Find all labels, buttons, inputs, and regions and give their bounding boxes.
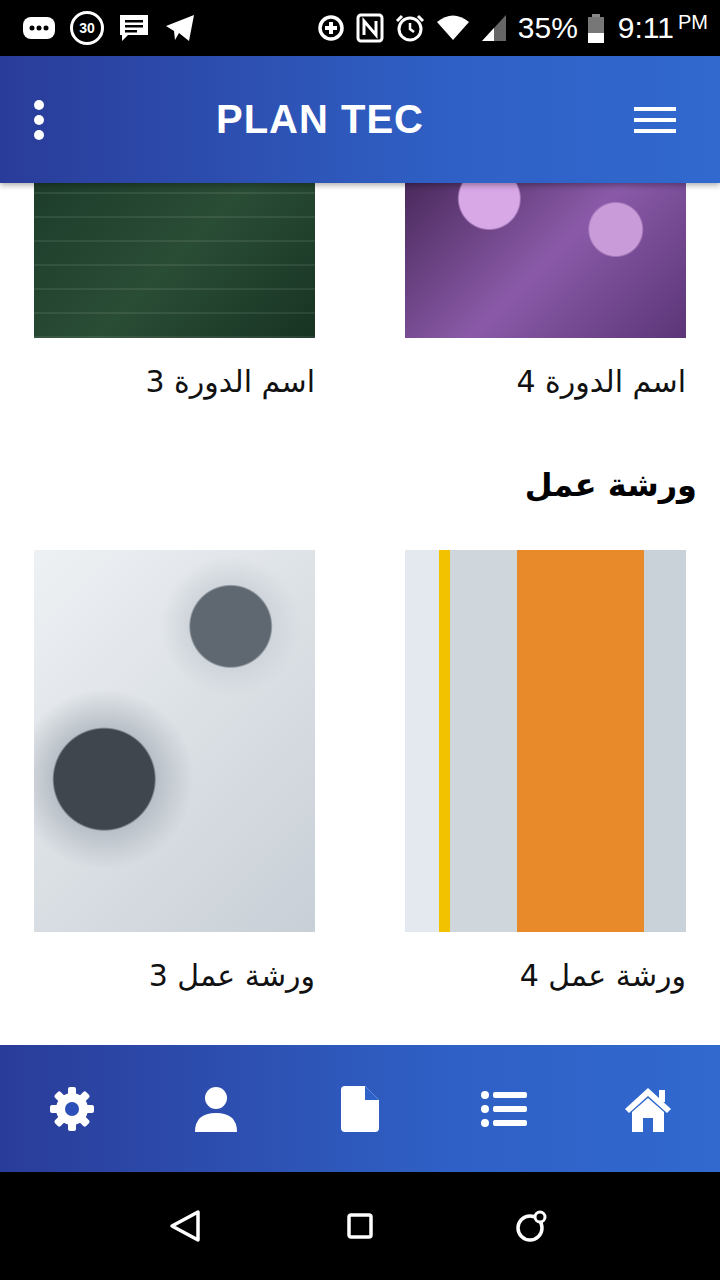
signal-icon	[480, 13, 508, 43]
app-title: PLAN TEC	[216, 97, 464, 142]
card-image	[34, 183, 315, 338]
more-button[interactable]	[28, 94, 50, 146]
list-tab[interactable]	[432, 1045, 576, 1172]
user-icon	[194, 1086, 238, 1132]
menu-button[interactable]	[630, 101, 680, 139]
settings-tab[interactable]	[0, 1045, 144, 1172]
documents-tab[interactable]	[288, 1045, 432, 1172]
card[interactable]: اسم الدورة 3	[34, 183, 315, 404]
home-button[interactable]	[506, 1208, 558, 1244]
back-icon	[168, 1208, 208, 1244]
message-icon	[22, 13, 56, 43]
section: اسم الدورة 4 اسم الدورة 3	[34, 183, 686, 404]
card-label: اسم الدورة 3	[34, 360, 315, 404]
notification-badge: 30	[70, 11, 104, 45]
card-label: اسم الدورة 4	[405, 360, 686, 404]
data-saver-icon	[316, 13, 346, 43]
card-label: ورشة عمل 4	[405, 954, 686, 998]
gear-icon	[48, 1085, 96, 1133]
card-label: ورشة عمل 3	[34, 954, 315, 998]
kebab-icon	[32, 98, 46, 142]
system-nav-bar	[0, 1172, 720, 1280]
app-bar: PLAN TEC	[0, 56, 720, 183]
battery-icon	[588, 14, 604, 43]
screen: 30 35% 9:11 PM PLAN TEC اسم الدورة 4 اسم…	[0, 0, 720, 1280]
status-bar: 30 35% 9:11 PM	[0, 0, 720, 56]
telegram-icon	[164, 13, 196, 43]
alarm-icon	[394, 13, 426, 43]
section-title: ورشة عمل	[34, 463, 697, 507]
section: ورشة عمل ورشة عمل 4 ورشة عمل 3	[34, 463, 686, 998]
back-button[interactable]	[162, 1207, 214, 1245]
card-image	[405, 550, 686, 932]
hamburger-icon	[634, 105, 676, 135]
card[interactable]: ورشة عمل 3	[34, 550, 315, 998]
square-icon	[347, 1213, 373, 1239]
card-image	[34, 550, 315, 932]
home-tab[interactable]	[576, 1045, 720, 1172]
chat-icon	[118, 13, 150, 43]
battery-percent: 35%	[518, 11, 578, 45]
clock-period: PM	[678, 11, 708, 46]
wifi-icon	[436, 13, 470, 43]
card-grid: ورشة عمل 4 ورشة عمل 3	[34, 550, 686, 998]
file-icon	[341, 1086, 379, 1132]
circle-icon	[515, 1209, 549, 1243]
overview-button[interactable]	[334, 1212, 386, 1240]
content: اسم الدورة 4 اسم الدورة 3 ورشة عمل ورشة ع…	[0, 183, 720, 1045]
home-icon	[623, 1086, 673, 1132]
card-image	[405, 183, 686, 338]
bottom-nav	[0, 1045, 720, 1172]
list-icon	[481, 1091, 527, 1127]
card[interactable]: ورشة عمل 4	[405, 550, 686, 998]
card-grid: اسم الدورة 4 اسم الدورة 3	[34, 183, 686, 404]
profile-tab[interactable]	[144, 1045, 288, 1172]
clock: 9:11	[618, 11, 674, 45]
nfc-icon	[356, 13, 384, 43]
card[interactable]: اسم الدورة 4	[405, 183, 686, 404]
